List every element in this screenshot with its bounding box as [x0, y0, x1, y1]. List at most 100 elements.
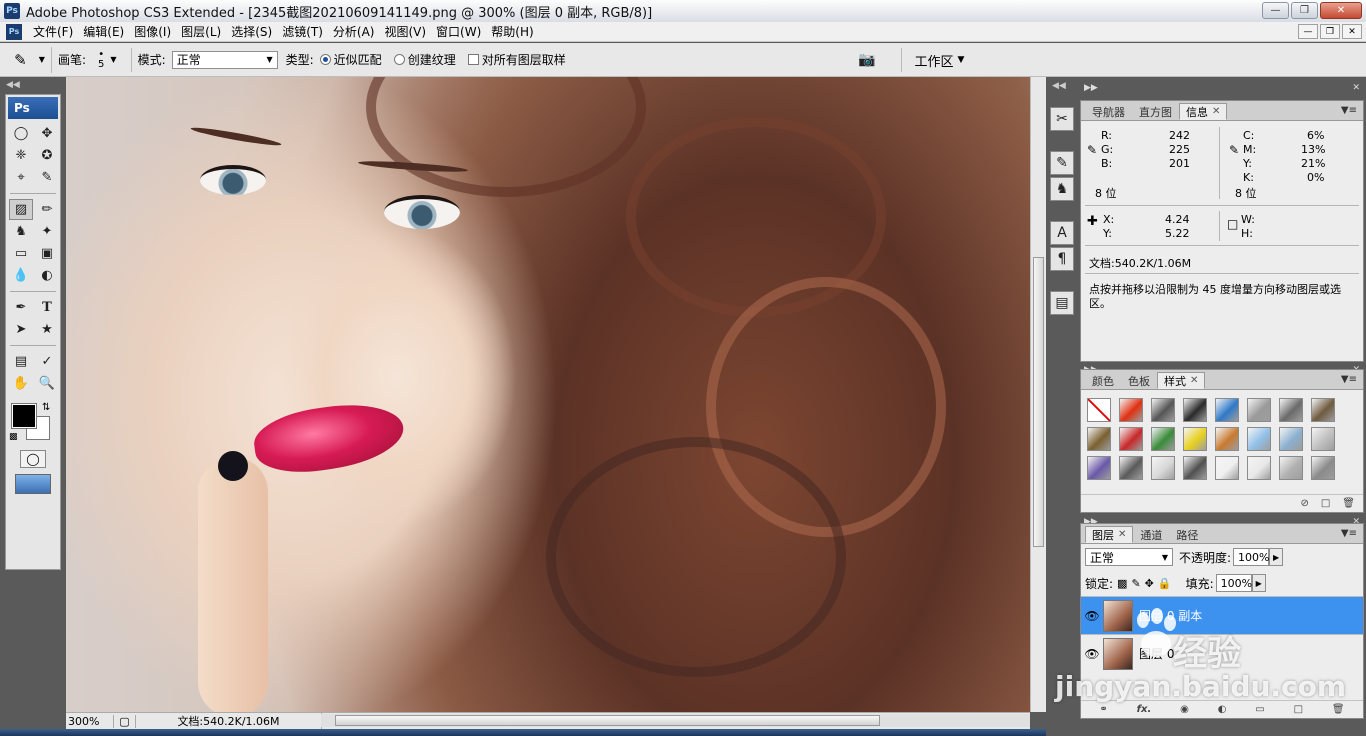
close-button[interactable]: ✕: [1320, 2, 1362, 19]
menu-select[interactable]: 选择(S): [226, 23, 277, 40]
move-tool-icon[interactable]: ✥: [35, 123, 59, 144]
menu-analysis[interactable]: 分析(A): [328, 23, 380, 40]
magic-wand-tool-icon[interactable]: ✪: [35, 145, 59, 166]
menu-file[interactable]: 文件(F): [28, 23, 78, 40]
menu-view[interactable]: 视图(V): [379, 23, 431, 40]
document-canvas[interactable]: [66, 77, 1030, 712]
screen-mode-button[interactable]: [15, 474, 51, 494]
style-swatch[interactable]: [1247, 456, 1271, 480]
eyedropper-tool-icon[interactable]: ✓: [35, 351, 59, 372]
clone-stamp-tool-icon[interactable]: ♞: [9, 221, 33, 242]
layer-comps-icon[interactable]: ▤: [1050, 291, 1074, 315]
style-swatch[interactable]: [1151, 427, 1175, 451]
document-icon[interactable]: Ps: [6, 23, 22, 40]
path-selection-tool-icon[interactable]: ➤: [9, 319, 33, 340]
gradient-tool-icon[interactable]: ▣: [35, 243, 59, 264]
lock-image-icon[interactable]: ✎: [1131, 577, 1140, 590]
style-swatch[interactable]: [1279, 398, 1303, 422]
tool-preset-picker[interactable]: ✎ ▼: [8, 46, 52, 73]
style-swatch[interactable]: [1151, 456, 1175, 480]
opacity-input[interactable]: 100%: [1233, 548, 1270, 566]
workspace-menu[interactable]: 📷 工作区 ▼: [858, 47, 964, 73]
zoom-level[interactable]: 300%: [66, 714, 114, 728]
close-tab-icon[interactable]: ✕: [1212, 106, 1220, 117]
style-swatch[interactable]: [1215, 427, 1239, 451]
style-swatch[interactable]: [1311, 427, 1335, 451]
close-tab-icon[interactable]: ✕: [1118, 529, 1126, 540]
collapse-arrows-icon[interactable]: ▶▶: [1084, 83, 1098, 93]
radio-proximity-match[interactable]: 近似匹配: [319, 51, 382, 68]
menu-help[interactable]: 帮助(H): [486, 23, 538, 40]
menu-image[interactable]: 图像(I): [129, 23, 176, 40]
tab-layers[interactable]: 图层 ✕: [1085, 526, 1134, 543]
maximize-button[interactable]: ❐: [1291, 2, 1318, 19]
close-group-icon[interactable]: ✕: [1352, 83, 1360, 93]
sample-all-layers-checkbox[interactable]: 对所有图层取样: [467, 51, 566, 68]
lock-position-icon[interactable]: ✥: [1145, 577, 1154, 590]
checkbox[interactable]: [467, 54, 479, 65]
tab-info[interactable]: 信息 ✕: [1179, 103, 1228, 120]
swap-colors-icon[interactable]: ⇅: [42, 402, 50, 413]
tab-swatches[interactable]: 色板: [1121, 372, 1157, 389]
marquee-tool-icon[interactable]: ◯: [9, 123, 33, 144]
style-swatch[interactable]: [1311, 456, 1335, 480]
slice-tool-icon[interactable]: ✎: [35, 167, 59, 188]
minimize-button[interactable]: —: [1262, 2, 1289, 19]
style-swatch[interactable]: [1151, 398, 1175, 422]
doc-close-button[interactable]: ✕: [1342, 24, 1362, 39]
menu-edit[interactable]: 编辑(E): [78, 23, 129, 40]
crop-tool-icon[interactable]: ⌖: [9, 167, 33, 188]
zoom-tool-icon[interactable]: 🔍: [35, 373, 59, 394]
eyedropper-icon[interactable]: ✎: [1229, 143, 1239, 157]
add-mask-icon[interactable]: ◉: [1180, 704, 1189, 715]
layer-style-icon[interactable]: fx.: [1137, 704, 1152, 715]
healing-brush-tool-icon[interactable]: ▨: [9, 199, 33, 220]
panel-menu-icon[interactable]: ▼≡: [1341, 374, 1357, 385]
blend-mode-select[interactable]: 正常 ▼: [1085, 548, 1173, 566]
style-swatch[interactable]: [1119, 427, 1143, 451]
brushes-icon[interactable]: ✎: [1050, 151, 1074, 175]
clone-source-icon[interactable]: ♞: [1050, 177, 1074, 201]
menu-window[interactable]: 窗口(W): [431, 23, 486, 40]
style-swatch[interactable]: [1119, 456, 1143, 480]
close-tab-icon[interactable]: ✕: [1190, 375, 1198, 386]
tab-histogram[interactable]: 直方图: [1132, 103, 1179, 120]
clear-style-icon[interactable]: ⊘: [1300, 498, 1308, 509]
style-swatch[interactable]: [1215, 456, 1239, 480]
paragraph-icon[interactable]: ¶: [1050, 247, 1074, 271]
horizontal-scrollbar[interactable]: [321, 714, 1030, 727]
lasso-tool-icon[interactable]: ❈: [9, 145, 33, 166]
eyedropper-icon[interactable]: ✎: [1087, 143, 1097, 157]
tab-navigator[interactable]: 导航器: [1085, 103, 1132, 120]
hand-tool-icon[interactable]: ✋: [9, 373, 33, 394]
shape-tool-icon[interactable]: ★: [35, 319, 59, 340]
foreground-color-swatch[interactable]: [11, 403, 37, 429]
lock-all-icon[interactable]: 🔒: [1158, 577, 1172, 590]
horizontal-scroll-thumb[interactable]: [335, 715, 880, 726]
camera-icon[interactable]: 📷: [858, 52, 875, 68]
visibility-eye-icon[interactable]: 👁: [1081, 647, 1103, 661]
toolbox-ps-badge[interactable]: Ps: [8, 97, 58, 119]
tab-color[interactable]: 颜色: [1085, 372, 1121, 389]
style-swatch-none[interactable]: [1087, 398, 1111, 422]
vertical-scroll-thumb[interactable]: [1033, 257, 1044, 547]
fill-slider-arrow-icon[interactable]: ▶: [1251, 574, 1266, 592]
blur-tool-icon[interactable]: 💧: [9, 265, 33, 286]
tab-paths[interactable]: 路径: [1169, 526, 1205, 543]
brush-tool-icon[interactable]: ✏: [35, 199, 59, 220]
menu-layer[interactable]: 图层(L): [176, 23, 226, 40]
style-swatch[interactable]: [1183, 398, 1207, 422]
style-swatch[interactable]: [1183, 427, 1207, 451]
eraser-tool-icon[interactable]: ▭: [9, 243, 33, 264]
character-icon[interactable]: A: [1050, 221, 1074, 245]
radio-button[interactable]: [393, 54, 405, 65]
style-swatch[interactable]: [1247, 427, 1271, 451]
notes-tool-icon[interactable]: ▤: [9, 351, 33, 372]
panel-menu-icon[interactable]: ▼≡: [1341, 528, 1357, 539]
radio-create-texture[interactable]: 创建纹理: [393, 51, 456, 68]
new-style-icon[interactable]: □: [1321, 498, 1330, 509]
brush-picker-arrow-icon[interactable]: ▼: [110, 55, 116, 64]
delete-layer-icon[interactable]: 🗑: [1332, 704, 1345, 715]
opacity-slider-arrow-icon[interactable]: ▶: [1269, 548, 1284, 566]
style-swatch[interactable]: [1279, 456, 1303, 480]
